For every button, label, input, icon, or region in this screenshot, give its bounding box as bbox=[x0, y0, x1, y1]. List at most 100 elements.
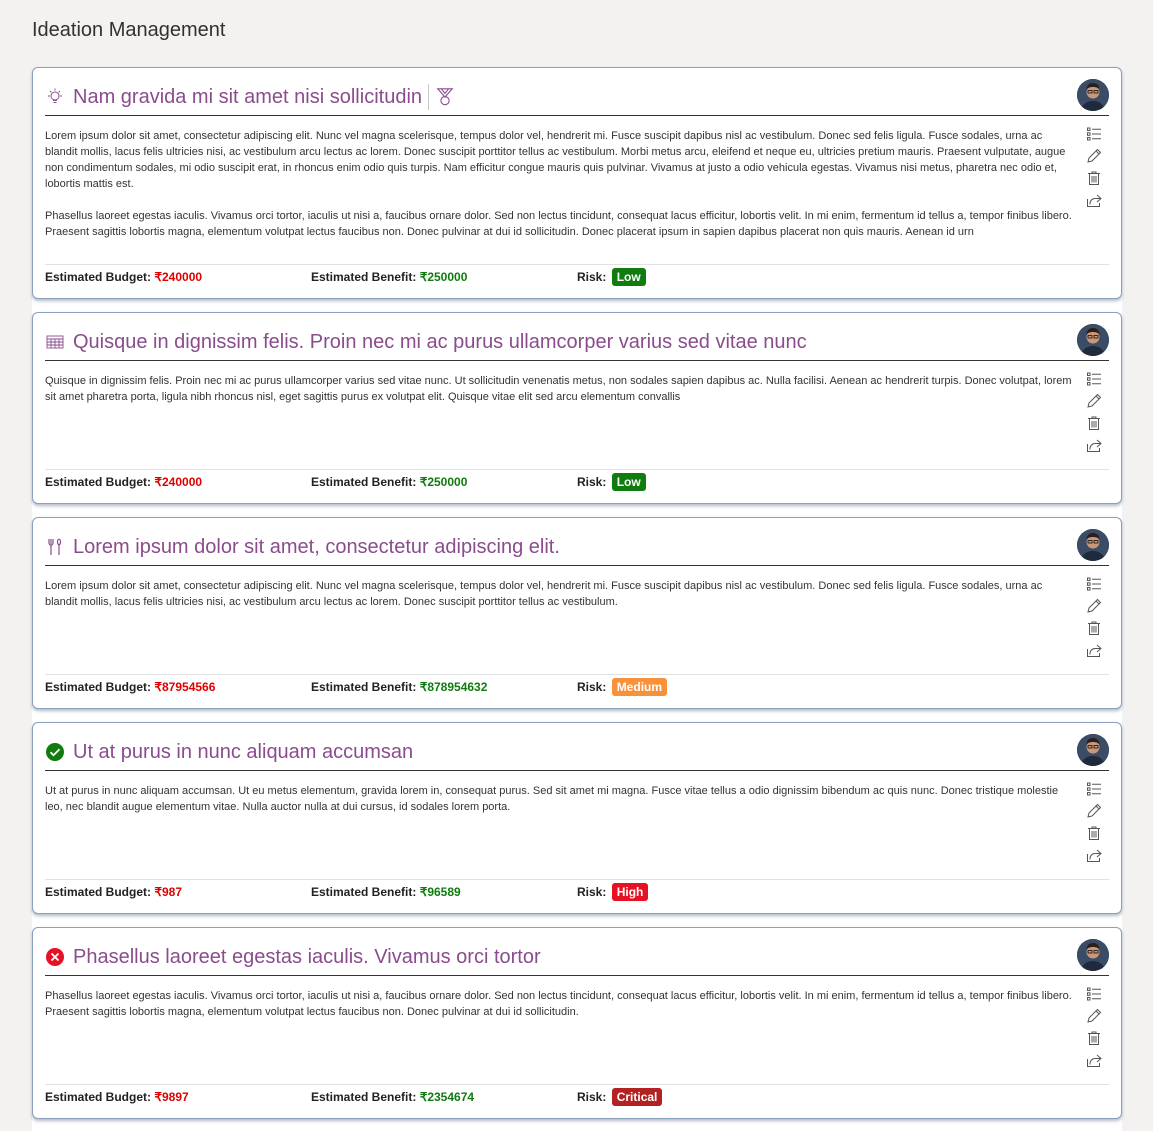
title-divider bbox=[45, 115, 1109, 116]
edit-pencil-button[interactable] bbox=[1086, 1008, 1102, 1026]
risk: Risk: Low bbox=[577, 268, 646, 286]
edit-pencil-button[interactable] bbox=[1086, 803, 1102, 821]
risk-badge: Critical bbox=[611, 1088, 663, 1106]
list-button[interactable] bbox=[1086, 577, 1102, 594]
calendar-grid-icon bbox=[45, 332, 65, 352]
idea-description-paragraph: Lorem ipsum dolor sit amet, consectetur … bbox=[45, 130, 1066, 190]
share-button[interactable] bbox=[1086, 644, 1102, 660]
risk: Risk: High bbox=[577, 883, 649, 901]
benefit-value: ₹878954632 bbox=[419, 680, 488, 694]
idea-actions bbox=[1085, 986, 1103, 1076]
delete-trash-icon bbox=[1086, 415, 1102, 436]
delete-trash-button[interactable] bbox=[1086, 620, 1102, 641]
risk-label: Risk: bbox=[577, 885, 607, 899]
idea-footer: Estimated Budget: ₹240000 Estimated Bene… bbox=[45, 268, 1109, 288]
idea-footer: Estimated Budget: ₹240000 Estimated Bene… bbox=[45, 473, 1109, 493]
benefit-label: Estimated Benefit: bbox=[311, 475, 417, 489]
list-button[interactable] bbox=[1086, 372, 1102, 389]
share-icon bbox=[1086, 642, 1102, 663]
avatar[interactable] bbox=[1077, 79, 1109, 111]
idea-description: Lorem ipsum dolor sit amet, consectetur … bbox=[45, 128, 1075, 240]
benefit-label: Estimated Benefit: bbox=[311, 680, 417, 694]
estimated-budget: Estimated Budget: ₹87954566 bbox=[45, 680, 215, 694]
edit-pencil-button[interactable] bbox=[1086, 148, 1102, 166]
budget-value: ₹987 bbox=[154, 885, 183, 899]
footer-divider bbox=[45, 879, 1109, 880]
share-button[interactable] bbox=[1086, 1054, 1102, 1070]
idea-actions bbox=[1085, 577, 1103, 666]
budget-label: Estimated Budget: bbox=[45, 885, 152, 899]
idea-footer: Estimated Budget: ₹9897 Estimated Benefi… bbox=[45, 1088, 1109, 1108]
risk-badge: Medium bbox=[611, 678, 668, 696]
risk: Risk: Low bbox=[577, 473, 646, 491]
list-icon bbox=[1086, 126, 1102, 147]
budget-value: ₹9897 bbox=[154, 1090, 189, 1104]
edit-pencil-button[interactable] bbox=[1086, 393, 1102, 411]
idea-title-row: Lorem ipsum dolor sit amet, consectetur … bbox=[45, 531, 1073, 563]
idea-actions bbox=[1085, 126, 1103, 216]
risk-label: Risk: bbox=[577, 680, 607, 694]
avatar[interactable] bbox=[1077, 734, 1109, 766]
avatar[interactable] bbox=[1077, 529, 1109, 561]
idea-title[interactable]: Quisque in dignissim felis. Proin nec mi… bbox=[73, 331, 807, 354]
budget-value: ₹240000 bbox=[154, 475, 203, 489]
share-icon bbox=[1086, 1052, 1102, 1073]
list-icon bbox=[1086, 986, 1102, 1007]
idea-title[interactable]: Lorem ipsum dolor sit amet, consectetur … bbox=[73, 536, 560, 559]
idea-description-paragraph: Lorem ipsum dolor sit amet, consectetur … bbox=[45, 580, 1043, 608]
share-button[interactable] bbox=[1086, 439, 1102, 455]
idea-title[interactable]: Ut at purus in nunc aliquam accumsan bbox=[73, 741, 413, 764]
risk: Risk: Medium bbox=[577, 678, 668, 696]
budget-value: ₹87954566 bbox=[154, 680, 216, 694]
footer-divider bbox=[45, 1084, 1109, 1085]
list-icon bbox=[1086, 781, 1102, 802]
idea-card: Quisque in dignissim felis. Proin nec mi… bbox=[32, 312, 1122, 504]
benefit-value: ₹250000 bbox=[419, 270, 468, 284]
page-title: Ideation Management bbox=[32, 19, 226, 41]
list-button[interactable] bbox=[1086, 781, 1102, 802]
budget-label: Estimated Budget: bbox=[45, 270, 152, 284]
idea-title-row: Phasellus laoreet egestas iaculis. Vivam… bbox=[45, 941, 1073, 973]
share-icon bbox=[1086, 192, 1102, 213]
benefit-value: ₹96589 bbox=[419, 885, 461, 899]
budget-label: Estimated Budget: bbox=[45, 680, 152, 694]
delete-trash-button[interactable] bbox=[1086, 1031, 1102, 1048]
idea-actions bbox=[1085, 781, 1103, 871]
estimated-budget: Estimated Budget: ₹9897 bbox=[45, 1090, 189, 1104]
idea-description-paragraph: Phasellus laoreet egestas iaculis. Vivam… bbox=[45, 210, 1072, 238]
idea-title-row: Nam gravida mi sit amet nisi sollicitudi… bbox=[45, 81, 1073, 113]
risk-label: Risk: bbox=[577, 475, 607, 489]
idea-description-paragraph: Phasellus laoreet egestas iaculis. Vivam… bbox=[45, 990, 1072, 1018]
idea-title[interactable]: Phasellus laoreet egestas iaculis. Vivam… bbox=[73, 946, 541, 969]
title-divider bbox=[45, 975, 1109, 976]
medal-icon bbox=[435, 87, 455, 107]
share-button[interactable] bbox=[1086, 194, 1102, 210]
error-circle-icon bbox=[45, 947, 65, 967]
list-button[interactable] bbox=[1086, 126, 1102, 147]
avatar[interactable] bbox=[1077, 939, 1109, 971]
delete-trash-button[interactable] bbox=[1086, 826, 1102, 843]
idea-description: Quisque in dignissim felis. Proin nec mi… bbox=[45, 373, 1075, 405]
checkmark-circle-icon bbox=[45, 742, 65, 762]
delete-trash-icon bbox=[1086, 170, 1102, 191]
idea-description-paragraph: Ut at purus in nunc aliquam accumsan. Ut… bbox=[45, 785, 1059, 813]
budget-label: Estimated Budget: bbox=[45, 475, 152, 489]
delete-trash-button[interactable] bbox=[1086, 170, 1102, 191]
title-separator bbox=[428, 84, 430, 110]
idea-description-paragraph: Quisque in dignissim felis. Proin nec mi… bbox=[45, 375, 1072, 403]
estimated-benefit: Estimated Benefit: ₹250000 bbox=[311, 475, 467, 489]
benefit-label: Estimated Benefit: bbox=[311, 885, 417, 899]
list-button[interactable] bbox=[1086, 986, 1102, 1007]
estimated-budget: Estimated Budget: ₹987 bbox=[45, 885, 182, 899]
title-divider bbox=[45, 360, 1109, 361]
edit-pencil-button[interactable] bbox=[1086, 598, 1102, 616]
delete-trash-icon bbox=[1086, 620, 1102, 641]
share-button[interactable] bbox=[1086, 849, 1102, 865]
idea-title[interactable]: Nam gravida mi sit amet nisi sollicitudi… bbox=[73, 86, 422, 109]
risk-label: Risk: bbox=[577, 270, 607, 284]
idea-description: Lorem ipsum dolor sit amet, consectetur … bbox=[45, 578, 1075, 610]
idea-footer: Estimated Budget: ₹87954566 Estimated Be… bbox=[45, 678, 1109, 698]
avatar[interactable] bbox=[1077, 324, 1109, 356]
delete-trash-button[interactable] bbox=[1086, 415, 1102, 436]
risk-badge: Low bbox=[611, 268, 646, 286]
